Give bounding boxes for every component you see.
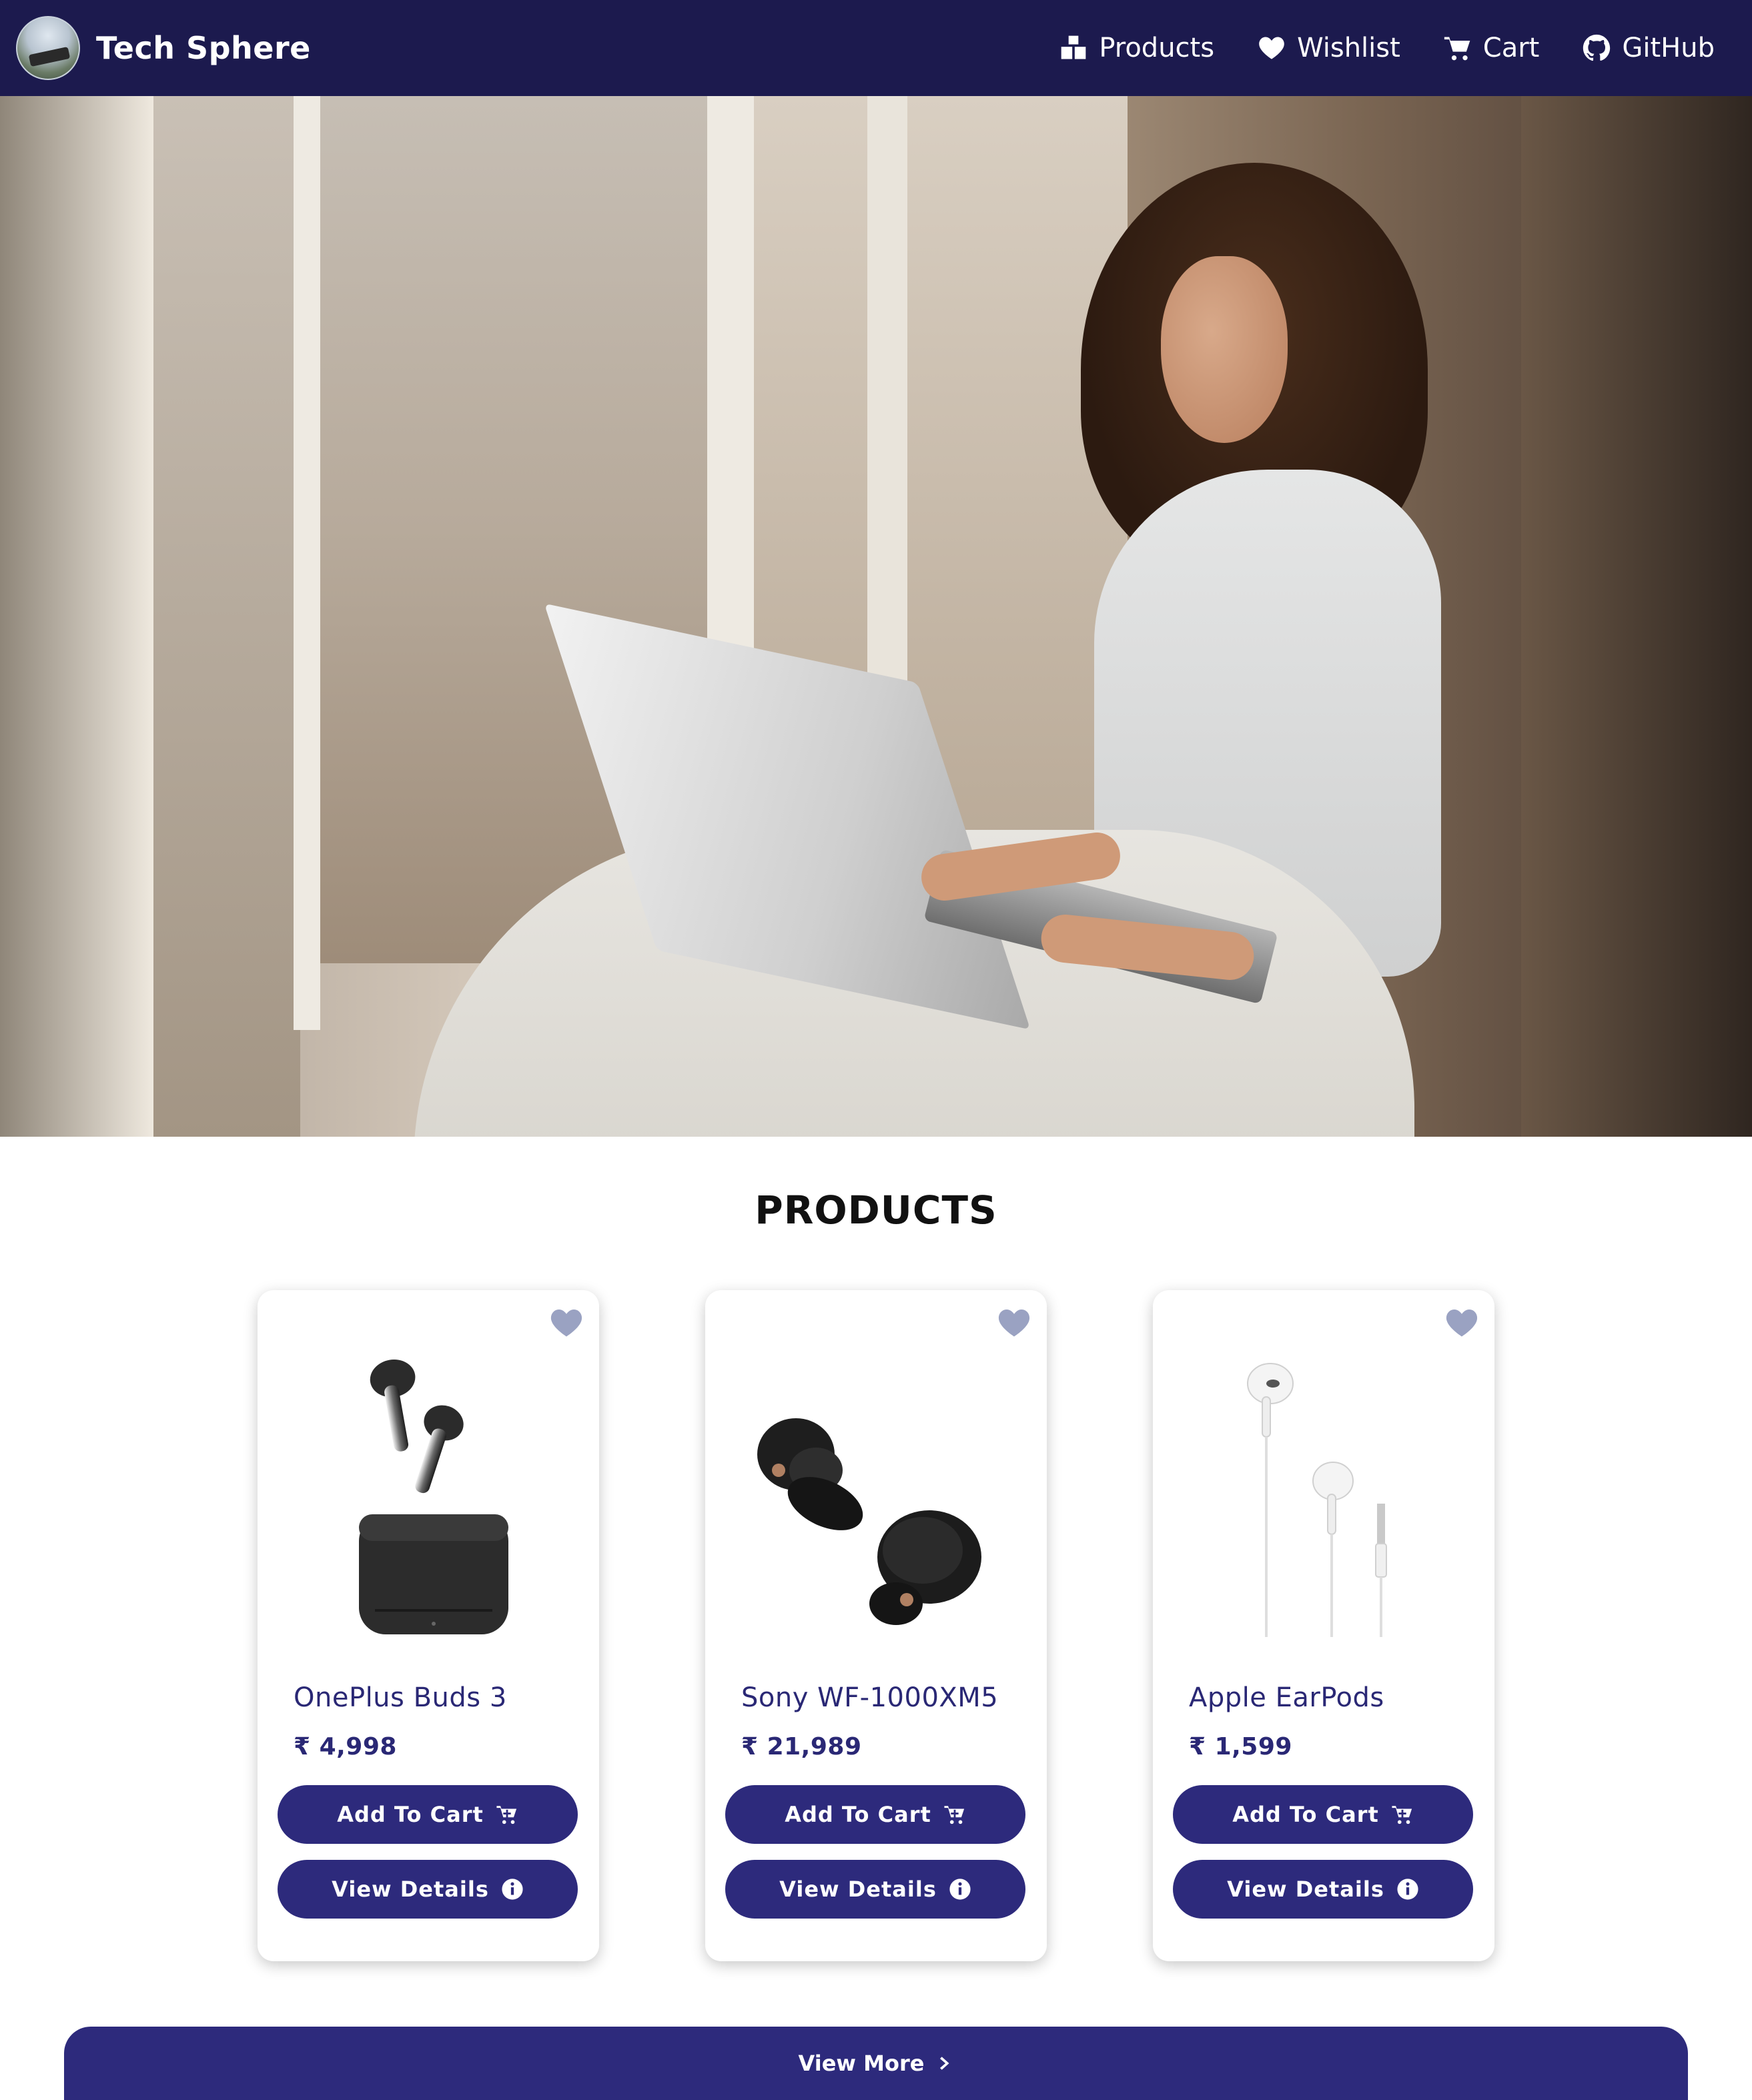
button-label: View Details (332, 1877, 489, 1902)
brand[interactable]: Tech Sphere (16, 16, 311, 80)
cart-plus-icon (496, 1806, 516, 1824)
boxes-icon (1061, 35, 1086, 59)
button-label: View More (798, 2051, 925, 2076)
heart-icon[interactable] (996, 1305, 1032, 1338)
nav-link-label: Cart (1482, 33, 1540, 63)
info-icon (1397, 1879, 1418, 1900)
button-label: View Details (1227, 1877, 1384, 1902)
view-details-button[interactable]: View Details (1173, 1860, 1473, 1919)
product-name[interactable]: OnePlus Buds 3 (294, 1682, 507, 1713)
product-price: ₹ 21,989 (741, 1733, 862, 1760)
product-card: OnePlus Buds 3 ₹ 4,998 Add To Cart View … (258, 1290, 599, 1961)
product-price: ₹ 4,998 (294, 1733, 397, 1760)
cart-plus-icon (1392, 1806, 1412, 1824)
nav-link-github[interactable]: GitHub (1582, 33, 1715, 63)
brand-name: Tech Sphere (96, 30, 311, 66)
view-more-button[interactable]: View More (64, 2027, 1688, 2100)
product-card: Apple EarPods ₹ 1,599 Add To Cart View D… (1153, 1290, 1494, 1961)
nav-links: Products Wishlist Cart GitHub (1059, 0, 1715, 96)
button-label: Add To Cart (1232, 1802, 1379, 1827)
product-name[interactable]: Sony WF-1000XM5 (741, 1682, 998, 1713)
chevron-right-icon (940, 2057, 949, 2070)
add-to-cart-button[interactable]: Add To Cart (1173, 1785, 1473, 1844)
cart-icon (1444, 37, 1470, 61)
nav-link-label: Products (1099, 33, 1215, 63)
product-price: ₹ 1,599 (1189, 1733, 1292, 1760)
heart-icon[interactable] (1444, 1305, 1480, 1338)
heart-icon (1259, 37, 1284, 59)
brand-logo (16, 16, 80, 80)
nav-link-cart[interactable]: Cart (1443, 33, 1540, 63)
navbar: Tech Sphere Products Wishlist Cart GitHu… (0, 0, 1752, 96)
info-icon (502, 1879, 523, 1900)
nav-link-label: Wishlist (1297, 33, 1400, 63)
github-icon (1583, 34, 1611, 61)
add-to-cart-button[interactable]: Add To Cart (278, 1785, 578, 1844)
products-title: PRODUCTS (755, 1187, 997, 1233)
button-label: Add To Cart (337, 1802, 484, 1827)
product-image-apple-earpods (1247, 1363, 1387, 1637)
button-label: View Details (779, 1877, 937, 1902)
view-details-button[interactable]: View Details (278, 1860, 578, 1919)
view-details-button[interactable]: View Details (725, 1860, 1025, 1919)
add-to-cart-button[interactable]: Add To Cart (725, 1785, 1025, 1844)
product-image-oneplus-buds (359, 1360, 508, 1634)
nav-link-wishlist[interactable]: Wishlist (1257, 33, 1400, 63)
hero-carousel[interactable] (0, 96, 1752, 1137)
product-name[interactable]: Apple EarPods (1189, 1682, 1384, 1713)
product-card: Sony WF-1000XM5 ₹ 21,989 Add To Cart Vie… (705, 1290, 1047, 1961)
nav-link-label: GitHub (1622, 33, 1715, 63)
nav-link-products[interactable]: Products (1059, 33, 1214, 63)
heart-icon[interactable] (548, 1305, 584, 1338)
button-label: Add To Cart (785, 1802, 931, 1827)
product-image-sony-earbuds (757, 1418, 981, 1625)
info-icon (949, 1879, 971, 1900)
cart-plus-icon (944, 1806, 964, 1824)
